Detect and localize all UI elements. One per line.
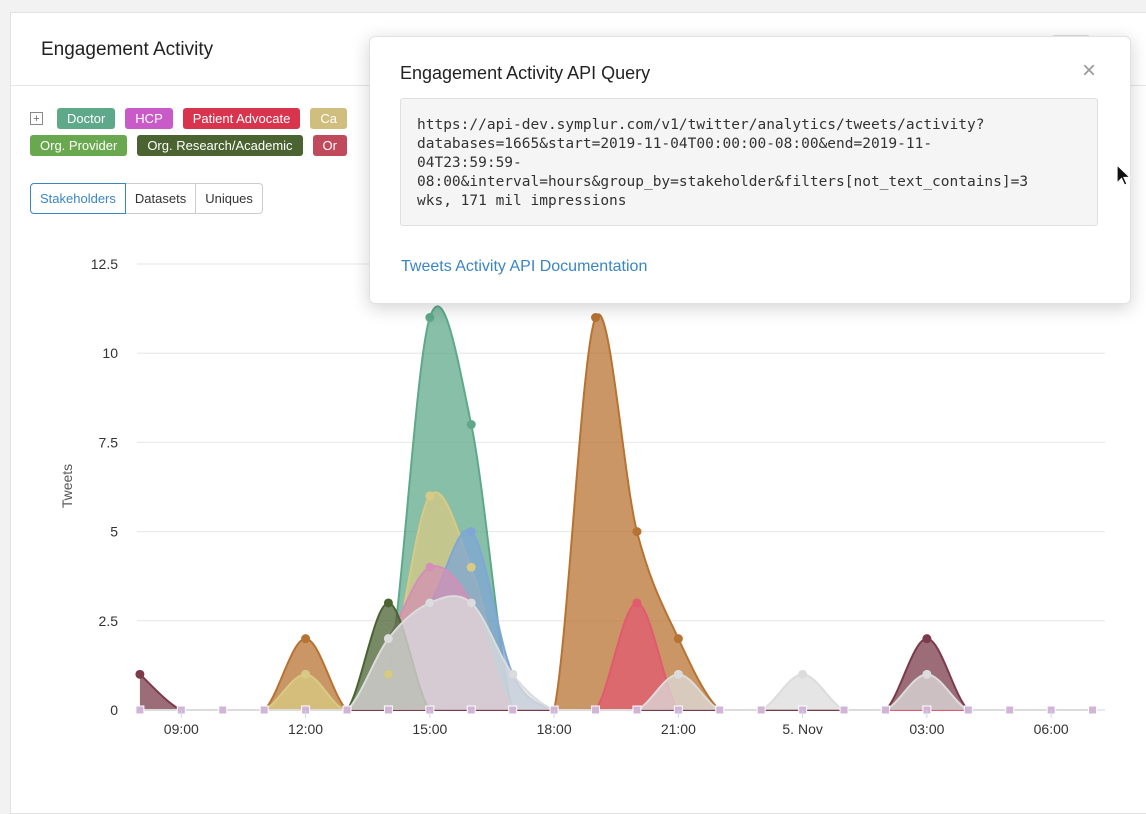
data-point[interactable] bbox=[135, 669, 145, 679]
data-point[interactable] bbox=[673, 634, 683, 644]
y-tick-label: 0 bbox=[110, 702, 118, 718]
baseline-marker bbox=[880, 705, 890, 715]
data-point[interactable] bbox=[466, 420, 476, 430]
baseline-marker bbox=[135, 705, 145, 715]
x-tick-label: 5. Nov bbox=[782, 721, 822, 737]
data-point[interactable] bbox=[425, 313, 435, 323]
x-tick-label: 09:00 bbox=[164, 721, 199, 737]
baseline-marker bbox=[963, 705, 973, 715]
x-tick-label: 12:00 bbox=[288, 721, 323, 737]
data-point[interactable] bbox=[922, 634, 932, 644]
y-tick-label: 2.5 bbox=[99, 613, 119, 629]
baseline-marker bbox=[715, 705, 725, 715]
data-point[interactable] bbox=[466, 562, 476, 572]
api-query-popover: Engagement Activity API Query × https://… bbox=[369, 36, 1131, 304]
data-point[interactable] bbox=[466, 598, 476, 608]
mouse-cursor-icon bbox=[1116, 164, 1132, 186]
api-query-code[interactable]: https://api-dev.symplur.com/v1/twitter/a… bbox=[400, 98, 1098, 226]
close-icon[interactable]: × bbox=[1082, 59, 1096, 83]
api-documentation-link[interactable]: Tweets Activity API Documentation bbox=[401, 258, 647, 276]
tab-stakeholders[interactable]: Stakeholders bbox=[30, 183, 126, 214]
data-point[interactable] bbox=[425, 562, 435, 572]
y-tick-label: 7.5 bbox=[99, 434, 119, 450]
data-point[interactable] bbox=[301, 669, 311, 679]
data-point[interactable] bbox=[673, 669, 683, 679]
baseline-marker bbox=[1005, 705, 1015, 715]
baseline-marker bbox=[1088, 705, 1098, 715]
baseline-marker bbox=[508, 705, 518, 715]
baseline-marker bbox=[591, 705, 601, 715]
data-point[interactable] bbox=[383, 598, 393, 608]
data-point[interactable] bbox=[508, 669, 518, 679]
popover-title: Engagement Activity API Query bbox=[400, 63, 651, 83]
baseline-marker bbox=[839, 705, 849, 715]
baseline-marker bbox=[632, 705, 642, 715]
y-tick-label: 5 bbox=[110, 524, 118, 540]
data-point[interactable] bbox=[591, 313, 601, 323]
data-point[interactable] bbox=[798, 669, 808, 679]
baseline-marker bbox=[466, 705, 476, 715]
y-tick-label: 10 bbox=[102, 345, 118, 361]
x-tick-label: 21:00 bbox=[661, 721, 696, 737]
x-tick-label: 03:00 bbox=[909, 721, 944, 737]
y-axis-label: Tweets bbox=[59, 464, 75, 508]
data-point[interactable] bbox=[632, 598, 642, 608]
y-tick-label: 12.5 bbox=[91, 256, 118, 272]
baseline-marker bbox=[756, 705, 766, 715]
x-tick-label: 15:00 bbox=[412, 721, 447, 737]
data-point[interactable] bbox=[632, 527, 642, 537]
data-point[interactable] bbox=[425, 491, 435, 501]
x-tick-label: 18:00 bbox=[537, 721, 572, 737]
baseline-marker bbox=[342, 705, 352, 715]
data-point[interactable] bbox=[922, 669, 932, 679]
data-point[interactable] bbox=[383, 634, 393, 644]
x-tick-label: 06:00 bbox=[1034, 721, 1069, 737]
baseline-marker bbox=[383, 705, 393, 715]
data-point[interactable] bbox=[301, 634, 311, 644]
data-point[interactable] bbox=[466, 527, 476, 537]
baseline-marker bbox=[218, 705, 228, 715]
data-point[interactable] bbox=[425, 598, 435, 608]
data-point[interactable] bbox=[383, 669, 393, 679]
baseline-marker bbox=[259, 705, 269, 715]
